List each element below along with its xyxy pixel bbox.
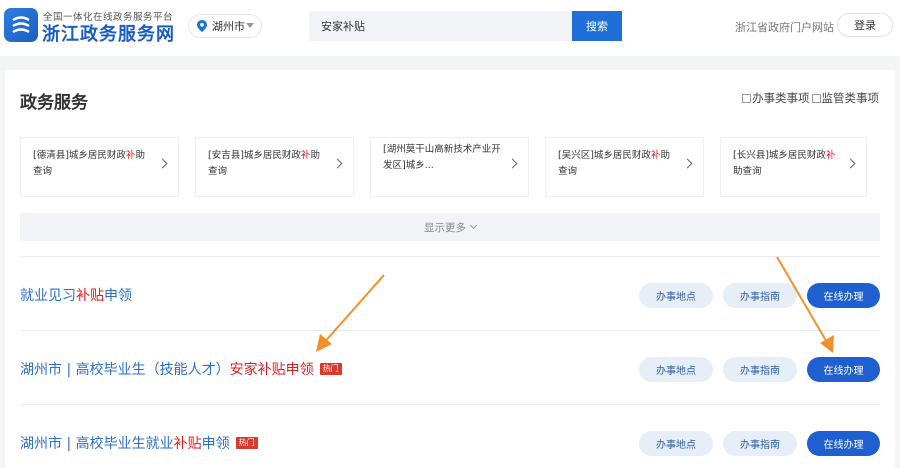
tile-text: [吴兴区]城乡居民财政补助查询	[558, 150, 670, 177]
logo-mark	[12, 16, 30, 34]
service-tile[interactable]: [长兴县]城乡居民财政补助查询	[720, 137, 867, 197]
show-more-button[interactable]: 显示更多	[20, 213, 880, 241]
login-button[interactable]: 登录	[837, 13, 893, 37]
search-input[interactable]	[309, 11, 573, 41]
zhejiang-logo-icon[interactable]	[4, 8, 38, 42]
location-button[interactable]: 办事地点	[639, 431, 713, 456]
result-title-highlight: 补贴	[76, 288, 104, 304]
result-actions: 办事地点 办事指南 在线办理	[629, 283, 880, 308]
tile-text: [长兴县]城乡居民财政补助查询	[733, 150, 836, 177]
section-title: 政务服务	[20, 93, 88, 113]
hot-badge: 热门	[319, 363, 342, 375]
result-title-text: 申领	[201, 436, 230, 452]
filter-affairs[interactable]: 办事类事项	[742, 90, 810, 106]
filter-supervision[interactable]: 监管类事项	[811, 90, 880, 106]
chevron-down-icon	[246, 23, 254, 28]
gov-service-card: 政务服务 办事类事项 监管类事项 [德清县]城乡居民财政补助查询 [安吉县]城乡…	[5, 70, 895, 468]
service-tile[interactable]: [吴兴区]城乡居民财政补助查询	[545, 137, 704, 197]
service-tile[interactable]: [德清县]城乡居民财政补助查询	[20, 137, 179, 197]
online-apply-button[interactable]: 在线办理	[807, 431, 880, 456]
result-title-link[interactable]: 湖州市 | 高校毕业生（技能人才） 安家补贴 申领 热门	[20, 359, 342, 379]
location-button[interactable]: 办事地点	[639, 357, 713, 382]
filter-label: 监管类事项	[821, 91, 880, 105]
service-tile[interactable]: [湖州莫干山高新技术产业开发区]城乡...	[370, 137, 529, 197]
chevron-down-icon	[469, 221, 478, 230]
chevron-right-icon	[682, 158, 693, 169]
result-row: 就业见习 补贴 申领 办事地点 办事指南 在线办理	[20, 256, 880, 330]
result-title-text: 申领	[285, 362, 314, 378]
result-title-text: 就业见习	[20, 288, 76, 304]
checkbox-icon[interactable]	[811, 93, 821, 103]
chevron-right-icon	[157, 158, 168, 169]
brand-title[interactable]: 浙江政务服务网	[42, 20, 175, 46]
result-title-link[interactable]: 湖州市 | 高校毕业生就业 补贴 申领 热门	[20, 433, 258, 453]
service-tile[interactable]: [安吉县]城乡居民财政补助查询	[195, 137, 354, 197]
show-more-label: 显示更多	[424, 221, 466, 234]
result-row: 湖州市 | 高校毕业生（技能人才） 安家补贴 申领 热门 办事地点 办事指南 在线办理	[20, 330, 880, 404]
checkbox-icon[interactable]	[742, 93, 751, 103]
city-label: 湖州市	[212, 20, 245, 33]
service-tiles: [德清县]城乡居民财政补助查询 [安吉县]城乡居民财政补助查询 [湖州莫干山高新…	[20, 137, 867, 197]
guide-button[interactable]: 办事指南	[723, 431, 797, 456]
hot-badge: 热门	[235, 437, 258, 449]
search-button[interactable]: 搜索	[572, 11, 622, 41]
location-button[interactable]: 办事地点	[639, 283, 713, 308]
chevron-right-icon	[332, 158, 343, 169]
filter-checkboxes: 办事类事项 监管类事项	[742, 90, 879, 106]
result-title-highlight: 补贴	[173, 436, 202, 452]
result-row: 湖州市 | 高校毕业生就业 补贴 申领 热门 办事地点 办事指南 在线办理	[20, 404, 880, 468]
guide-button[interactable]: 办事指南	[723, 357, 797, 382]
result-title-highlight: 安家补贴	[229, 362, 286, 378]
result-title-link[interactable]: 就业见习 补贴 申领	[20, 285, 132, 305]
result-title-text: 湖州市 | 高校毕业生（技能人才）	[20, 362, 230, 378]
online-apply-button[interactable]: 在线办理	[807, 283, 880, 308]
government-portal-link[interactable]: 浙江省政府门户网站	[735, 19, 834, 35]
guide-button[interactable]: 办事指南	[723, 283, 797, 308]
online-apply-button[interactable]: 在线办理	[807, 357, 880, 382]
chevron-right-icon	[507, 158, 518, 169]
filter-label: 办事类事项	[752, 91, 810, 105]
tile-text: [湖州莫干山高新技术产业开发区]城乡...	[383, 144, 501, 171]
tile-text: [德清县]城乡居民财政补助查询	[33, 150, 145, 177]
result-actions: 办事地点 办事指南 在线办理	[629, 431, 880, 456]
result-actions: 办事地点 办事指南 在线办理	[629, 357, 880, 382]
chevron-right-icon	[845, 158, 856, 169]
result-title-text: 湖州市 | 高校毕业生就业	[20, 436, 174, 452]
tile-text: [安吉县]城乡居民财政补助查询	[208, 150, 320, 177]
top-header: 全国一体化在线政务服务平台 浙江政务服务网 湖州市 搜索 浙江省政府门户网站 登…	[0, 0, 900, 56]
result-title-text: 申领	[104, 288, 132, 304]
city-selector[interactable]: 湖州市	[188, 14, 262, 38]
location-pin-icon	[197, 20, 207, 32]
